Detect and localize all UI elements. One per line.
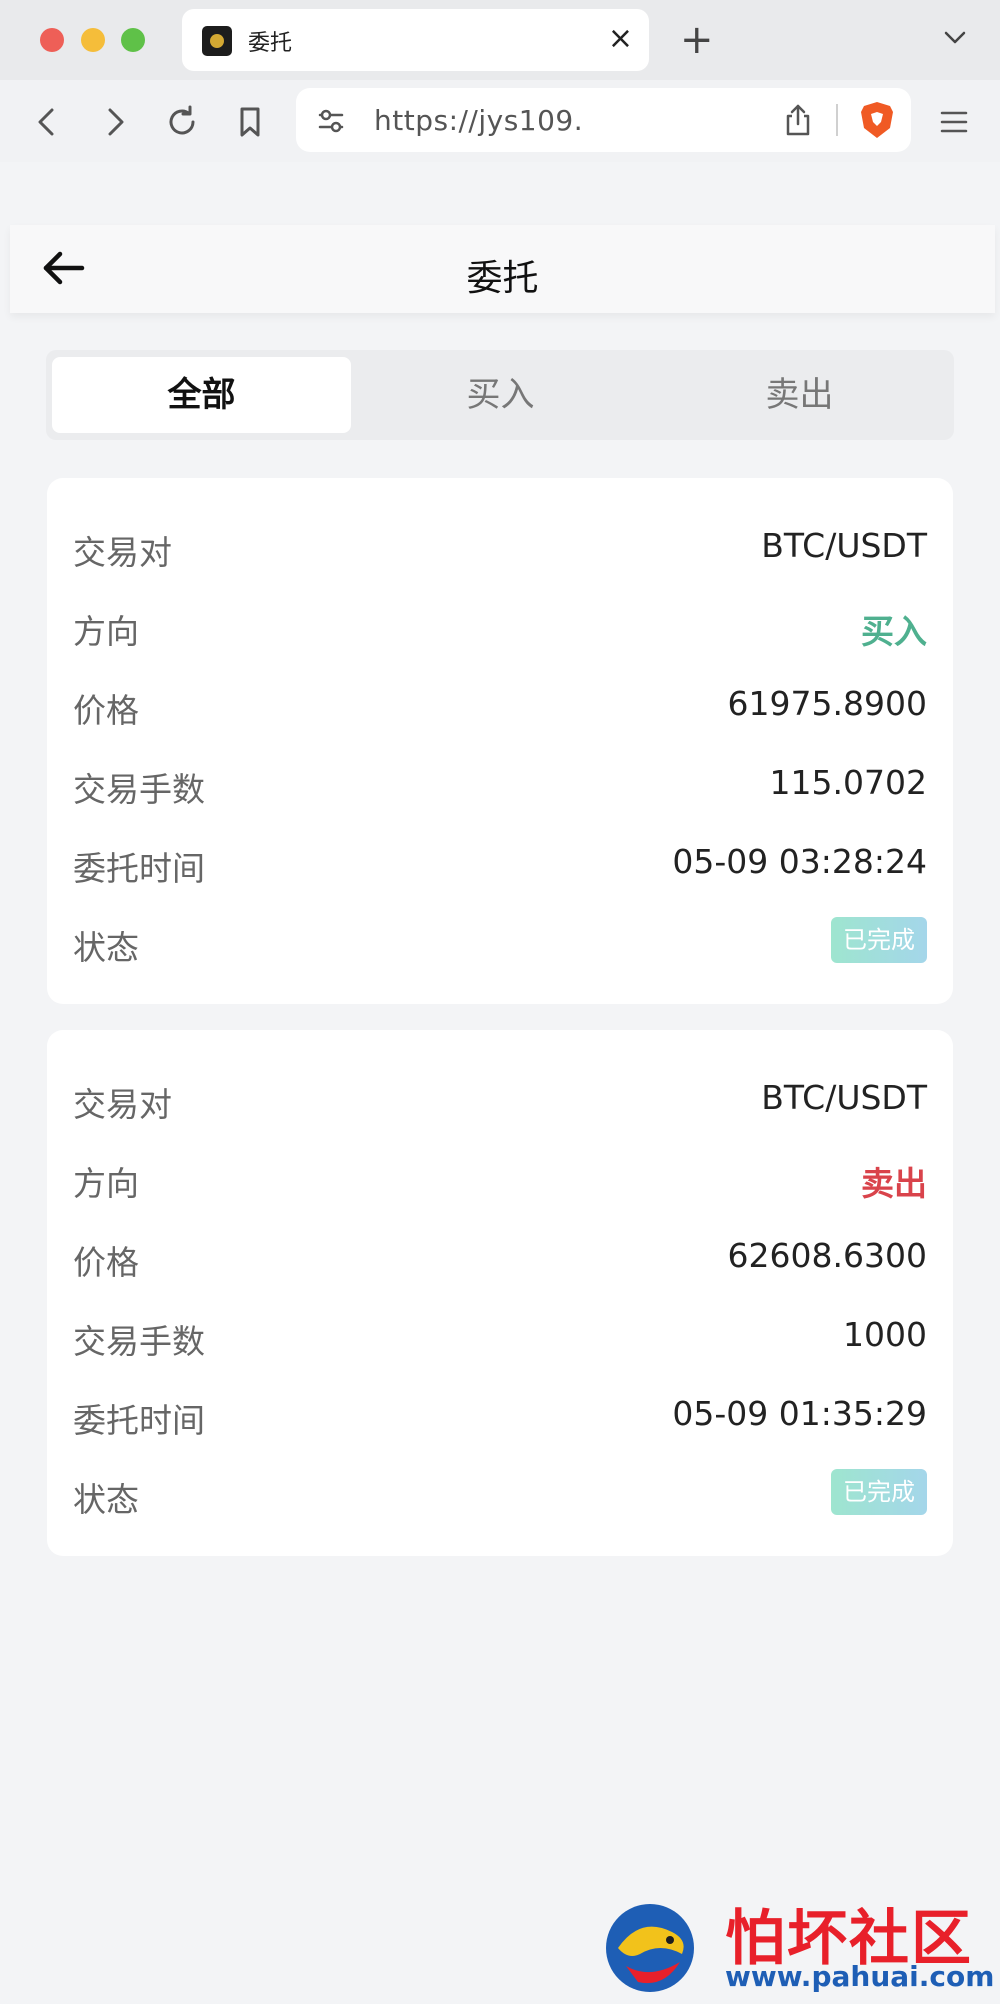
tab-buy[interactable]: 买入 <box>351 357 650 433</box>
price-value: 62608.6300 <box>727 1236 927 1275</box>
order-card[interactable]: 交易对 BTC/USDT 方向 买入 价格 61975.8900 交易手数 11… <box>47 478 953 1004</box>
bookmark-icon[interactable] <box>230 102 270 142</box>
tab-title: 委托 <box>248 31 293 56</box>
order-row-price: 价格 62608.6300 <box>73 1230 927 1282</box>
order-card[interactable]: 交易对 BTC/USDT 方向 卖出 价格 62608.6300 交易手数 10… <box>47 1030 953 1556</box>
order-row-pair: 交易对 BTC/USDT <box>73 1072 927 1124</box>
order-row-time: 委托时间 05-09 01:35:29 <box>73 1388 927 1440</box>
time-value: 05-09 01:35:29 <box>672 1394 927 1433</box>
order-row-lots: 交易手数 1000 <box>73 1309 927 1361</box>
tab-list-chevron-down-icon[interactable] <box>940 22 970 52</box>
forward-icon[interactable] <box>94 102 134 142</box>
lots-value: 1000 <box>843 1315 927 1354</box>
direction-value: 卖出 <box>861 1164 927 1203</box>
browser-toolbar: https://jys109. <box>0 80 1000 162</box>
status-badge: 已完成 <box>831 1469 927 1515</box>
pair-value: BTC/USDT <box>761 526 927 565</box>
page-header: 委托 <box>10 225 995 313</box>
time-value: 05-09 03:28:24 <box>672 842 927 881</box>
new-tab-button[interactable]: + <box>680 18 714 62</box>
order-row-status: 状态 已完成 <box>73 1467 927 1519</box>
price-label: 价格 <box>73 1243 139 1282</box>
zoom-window-button[interactable] <box>121 28 145 52</box>
price-value: 61975.8900 <box>727 684 927 723</box>
order-row-direction: 方向 卖出 <box>73 1151 927 1203</box>
pair-value: BTC/USDT <box>761 1078 927 1117</box>
tab-sell[interactable]: 卖出 <box>650 357 949 433</box>
status-badge: 已完成 <box>831 917 927 963</box>
url-text[interactable]: https://jys109. <box>374 104 583 137</box>
direction-label: 方向 <box>73 1164 139 1203</box>
site-favicon-icon <box>202 26 232 56</box>
back-icon[interactable] <box>28 102 68 142</box>
share-icon[interactable] <box>782 102 814 138</box>
direction-value: 买入 <box>861 612 927 651</box>
page-title: 委托 <box>466 258 539 299</box>
lots-value: 115.0702 <box>769 763 927 802</box>
browser-tab-active[interactable]: 委托 × <box>182 9 649 71</box>
time-label: 委托时间 <box>73 849 205 888</box>
address-bar[interactable]: https://jys109. <box>296 88 911 152</box>
pair-label: 交易对 <box>73 1085 172 1124</box>
order-filter-tabs: 全部 买入 卖出 <box>46 350 954 440</box>
minimize-window-button[interactable] <box>81 28 105 52</box>
status-label: 状态 <box>73 1480 139 1519</box>
time-label: 委托时间 <box>73 1401 205 1440</box>
brave-shields-icon[interactable] <box>858 100 896 140</box>
status-label: 状态 <box>73 928 139 967</box>
order-row-price: 价格 61975.8900 <box>73 678 927 730</box>
order-row-pair: 交易对 BTC/USDT <box>73 520 927 572</box>
order-row-lots: 交易手数 115.0702 <box>73 757 927 809</box>
watermark-url: www.pahuai.com <box>725 1960 995 1993</box>
order-row-status: 状态 已完成 <box>73 915 927 967</box>
browser-titlebar: 委托 × + <box>0 0 1000 80</box>
tab-all[interactable]: 全部 <box>52 357 351 433</box>
watermark-fish-logo-icon <box>606 1904 694 1992</box>
pair-label: 交易对 <box>73 533 172 572</box>
site-settings-icon[interactable] <box>316 106 346 136</box>
address-bar-divider <box>836 104 838 136</box>
close-window-button[interactable] <box>40 28 64 52</box>
order-row-direction: 方向 买入 <box>73 599 927 651</box>
direction-label: 方向 <box>73 612 139 651</box>
lots-label: 交易手数 <box>73 770 205 809</box>
tab-close-icon[interactable]: × <box>608 21 633 57</box>
hamburger-menu-icon[interactable] <box>938 108 970 136</box>
watermark: 怕坏社区 www.pahuai.com <box>600 1890 994 2000</box>
price-label: 价格 <box>73 691 139 730</box>
lots-label: 交易手数 <box>73 1322 205 1361</box>
order-row-time: 委托时间 05-09 03:28:24 <box>73 836 927 888</box>
reload-icon[interactable] <box>162 102 202 142</box>
